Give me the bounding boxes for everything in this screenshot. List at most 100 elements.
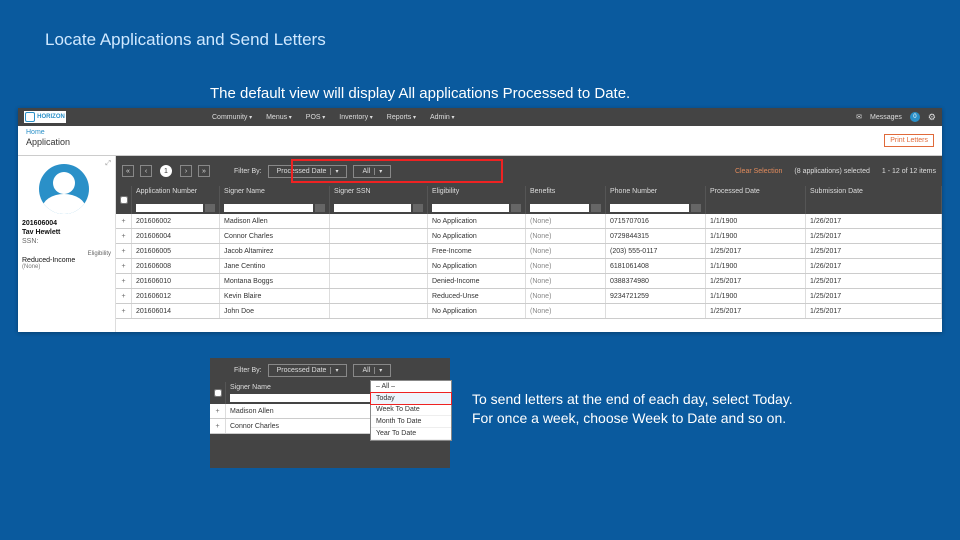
- cell-signer-ssn: [330, 289, 428, 303]
- caption-instructions: To send letters at the end of each day, …: [472, 390, 812, 428]
- prev-page-button[interactable]: ‹: [140, 165, 152, 177]
- col-signer-ssn[interactable]: Signer SSN: [334, 188, 423, 195]
- cell-benefits: (None): [526, 259, 606, 273]
- filter-signer-ssn[interactable]: [334, 204, 411, 212]
- col-submission[interactable]: Submission Date: [810, 188, 937, 195]
- first-page-button[interactable]: «: [122, 165, 134, 177]
- col-processed[interactable]: Processed Date: [710, 188, 801, 195]
- messages-icon[interactable]: ✉: [856, 113, 862, 121]
- cell-signer-ssn: [330, 259, 428, 273]
- cell-phone: [606, 304, 706, 318]
- menu-pos[interactable]: POS: [306, 114, 325, 121]
- cell-submission: 1/25/2017: [806, 244, 942, 258]
- filter-field-dropdown[interactable]: Processed Date▾: [268, 364, 348, 377]
- filter-app-number[interactable]: [136, 204, 203, 212]
- cell-app-number: 201606010: [132, 274, 220, 288]
- table-row[interactable]: +201606010Montana Boggs Denied-Income(Non…: [116, 274, 942, 289]
- cell-app-number: 201606004: [132, 229, 220, 243]
- filter-field-dropdown[interactable]: Processed Date▾: [268, 165, 348, 178]
- breadcrumb[interactable]: Home: [26, 129, 934, 136]
- cell-eligibility: Denied-Income: [428, 274, 526, 288]
- filter-benefits[interactable]: [530, 204, 589, 212]
- menu-menus[interactable]: Menus: [266, 114, 292, 121]
- expand-row-button[interactable]: +: [116, 304, 132, 318]
- cell-processed: 1/25/2017: [706, 244, 806, 258]
- cell-signer-name: Jacob Altamirez: [220, 244, 330, 258]
- cell-eligibility: No Application: [428, 229, 526, 243]
- table-row[interactable]: +201606008Jane CentinoNo Application(Non…: [116, 259, 942, 274]
- filter-eligibility[interactable]: [432, 204, 509, 212]
- cell-phone: 9234721259: [606, 289, 706, 303]
- cell-signer-ssn: [330, 244, 428, 258]
- cell-signer-ssn: [330, 274, 428, 288]
- expand-row-button[interactable]: +: [116, 214, 132, 228]
- expand-row-button[interactable]: +: [116, 229, 132, 243]
- cell-app-number: 201606002: [132, 214, 220, 228]
- filter-icon[interactable]: [315, 204, 325, 212]
- col-phone[interactable]: Phone Number: [610, 188, 701, 195]
- cell-signer-name: John Doe: [220, 304, 330, 318]
- filter-icon[interactable]: [691, 204, 701, 212]
- select-all-checkbox[interactable]: [214, 389, 222, 397]
- screenshot-main: HORIZON Community Menus POS Inventory Re…: [18, 108, 942, 332]
- col-eligibility[interactable]: Eligibility: [432, 188, 521, 195]
- table-row[interactable]: +201606002Madison AllenNo Application(No…: [116, 214, 942, 229]
- cell-signer-name: Jane Centino: [220, 259, 330, 273]
- cell-processed: 1/1/1900: [706, 229, 806, 243]
- next-page-button[interactable]: ›: [180, 165, 192, 177]
- filter-icon[interactable]: [413, 204, 423, 212]
- filter-icon[interactable]: [205, 204, 215, 212]
- col-signer-name[interactable]: Signer Name: [224, 188, 325, 195]
- expand-row-button[interactable]: +: [116, 244, 132, 258]
- cell-benefits: (None): [526, 214, 606, 228]
- expand-row-button[interactable]: +: [116, 289, 132, 303]
- filter-phone[interactable]: [610, 204, 689, 212]
- dropdown-option[interactable]: Month To Date: [371, 416, 451, 428]
- cell-signer-name: Montana Boggs: [220, 274, 330, 288]
- col-app-number[interactable]: Application Number: [136, 188, 215, 195]
- filter-by-label: Filter By:: [234, 168, 262, 175]
- table-row[interactable]: +201606004Connor CharlesNo Application(N…: [116, 229, 942, 244]
- expand-row-button[interactable]: +: [210, 419, 226, 433]
- chevron-down-icon: ▾: [330, 168, 338, 175]
- table-row[interactable]: +201606012Kevin BlaireReduced-Unse(None)…: [116, 289, 942, 304]
- last-page-button[interactable]: »: [198, 165, 210, 177]
- menu-admin[interactable]: Admin: [430, 114, 455, 121]
- cell-signer-ssn: [330, 214, 428, 228]
- dropdown-option[interactable]: Week To Date: [371, 404, 451, 416]
- filter-toolbar: « ‹ 1 › » Filter By: Processed Date▾ All…: [116, 156, 942, 186]
- cell-submission: 1/26/2017: [806, 259, 942, 273]
- avatar: [39, 164, 89, 214]
- cell-eligibility: No Application: [428, 214, 526, 228]
- expand-row-button[interactable]: +: [116, 274, 132, 288]
- cell-benefits: (None): [526, 274, 606, 288]
- paging-info: 1 - 12 of 12 items: [882, 168, 936, 175]
- filter-icon[interactable]: [591, 204, 601, 212]
- filter-range-dropdown[interactable]: All▾: [353, 364, 391, 377]
- cell-app-number: 201606012: [132, 289, 220, 303]
- filter-range-dropdown[interactable]: All▾: [353, 165, 391, 178]
- print-letters-button[interactable]: Print Letters: [884, 134, 934, 147]
- cell-eligibility: No Application: [428, 259, 526, 273]
- gear-icon[interactable]: ⚙: [928, 112, 936, 123]
- person-id: 201606004: [22, 220, 111, 227]
- maximize-icon[interactable]: ⤢: [105, 160, 111, 168]
- menu-reports[interactable]: Reports: [387, 114, 416, 121]
- expand-row-button[interactable]: +: [210, 404, 226, 418]
- col-benefits[interactable]: Benefits: [530, 188, 601, 195]
- filter-icon[interactable]: [511, 204, 521, 212]
- dropdown-option[interactable]: Year To Date: [371, 428, 451, 440]
- cell-processed: 1/1/1900: [706, 214, 806, 228]
- main-menu: Community Menus POS Inventory Reports Ad…: [212, 114, 455, 121]
- filter-signer-name[interactable]: [224, 204, 313, 212]
- menu-community[interactable]: Community: [212, 114, 252, 121]
- cell-benefits: (None): [526, 304, 606, 318]
- page-number[interactable]: 1: [160, 165, 172, 177]
- table-row[interactable]: +201606014John DoeNo Application(None)1/…: [116, 304, 942, 319]
- expand-row-button[interactable]: +: [116, 259, 132, 273]
- select-all-checkbox[interactable]: [120, 196, 128, 204]
- table-row[interactable]: +201606005Jacob AltamirezFree-Income(Non…: [116, 244, 942, 259]
- clear-selection-link[interactable]: Clear Selection: [735, 168, 782, 175]
- menu-inventory[interactable]: Inventory: [339, 114, 372, 121]
- benefits-none: (None): [22, 264, 111, 270]
